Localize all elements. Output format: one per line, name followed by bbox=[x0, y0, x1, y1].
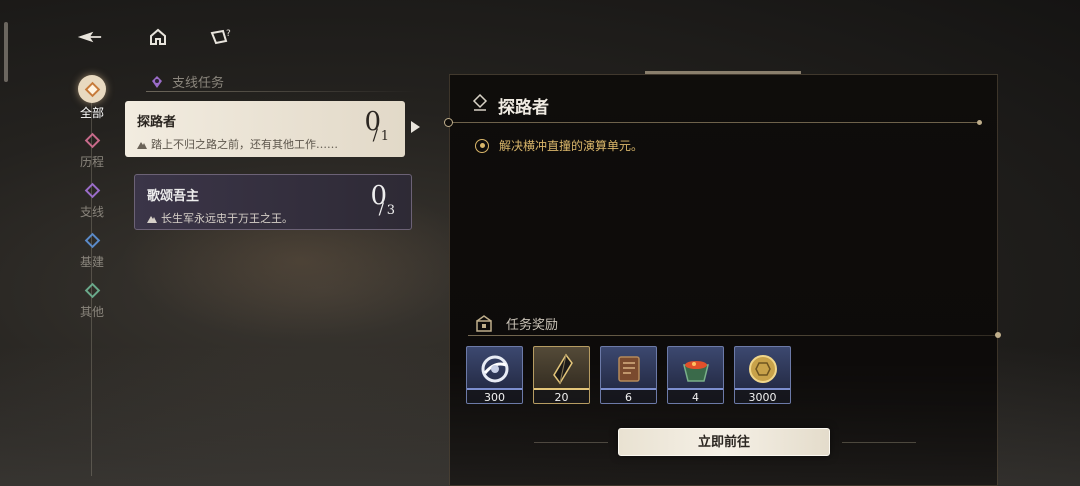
selected-arrow-icon bbox=[411, 121, 420, 133]
edge-scroll-bar bbox=[4, 22, 8, 82]
quest-hint-icon[interactable]: ? bbox=[208, 26, 234, 48]
orb-ring-icon bbox=[481, 355, 509, 383]
quest-subtitle: 长生军永远忠于万王之王。 bbox=[161, 212, 293, 225]
button-ornament-left bbox=[534, 442, 608, 443]
category-label: 其他 bbox=[79, 305, 104, 319]
journey-icon bbox=[80, 128, 104, 152]
divider-ornament bbox=[977, 120, 982, 125]
reward-item[interactable]: 300 bbox=[466, 346, 523, 404]
quest-subtitle-row: 踏上不归之路之前，还有其他工作…… bbox=[137, 136, 393, 152]
quest-detail-panel bbox=[449, 74, 998, 486]
side-quest-icon bbox=[80, 178, 104, 202]
reward-item[interactable]: 20 bbox=[533, 346, 590, 404]
category-other[interactable]: 其他 bbox=[72, 278, 112, 320]
reward-qty: 3000 bbox=[735, 388, 790, 403]
base-icon bbox=[80, 228, 104, 252]
rewards-header: 任务奖励 bbox=[474, 314, 558, 333]
category-label: 基建 bbox=[79, 255, 104, 269]
rewards-divider bbox=[468, 335, 998, 336]
leather-book-icon bbox=[618, 356, 640, 382]
category-base[interactable]: 基建 bbox=[72, 228, 112, 270]
reward-item[interactable]: 3000 bbox=[734, 346, 791, 404]
side-quest-icon bbox=[152, 75, 162, 88]
quest-progress-total: 3 bbox=[386, 203, 395, 218]
divider-ornament bbox=[444, 118, 453, 127]
objective-marker-icon bbox=[475, 138, 489, 153]
ember-box-icon bbox=[683, 361, 709, 382]
quest-progress-slash: / bbox=[372, 125, 378, 144]
mountain-icon bbox=[137, 141, 147, 149]
quest-detail-title: 探路者 bbox=[498, 98, 549, 118]
divider-ornament bbox=[995, 332, 1001, 338]
reward-qty: 4 bbox=[668, 388, 723, 403]
objective-row: 解决横冲直撞的演算单元。 bbox=[475, 137, 643, 154]
mountain-icon bbox=[147, 215, 157, 223]
button-ornament-right bbox=[842, 442, 916, 443]
quest-marker-icon bbox=[472, 94, 488, 111]
svg-text:?: ? bbox=[226, 29, 231, 39]
quest-card[interactable]: 探路者 踏上不归之路之前，还有其他工作…… 0 / 1 bbox=[125, 101, 405, 157]
category-all[interactable]: 全部 bbox=[72, 75, 112, 121]
quest-subtitle: 踏上不归之路之前，还有其他工作…… bbox=[151, 138, 338, 151]
section-label: 支线任务 bbox=[172, 76, 225, 91]
rewards-label: 任务奖励 bbox=[506, 318, 559, 333]
reward-qty: 6 bbox=[601, 388, 656, 403]
category-side-quest[interactable]: 支线 bbox=[72, 178, 112, 220]
back-arrow-icon[interactable] bbox=[76, 26, 102, 48]
gold-coin-icon bbox=[749, 355, 777, 383]
category-journey[interactable]: 历程 bbox=[72, 128, 112, 170]
go-now-button[interactable]: 立即前往 bbox=[618, 428, 830, 456]
reward-item[interactable]: 6 bbox=[600, 346, 657, 404]
reward-chest-icon bbox=[476, 314, 492, 332]
quest-subtitle-row: 长生军永远忠于万王之王。 bbox=[147, 210, 399, 226]
rewards-list: 300 20 6 4 3000 bbox=[466, 346, 791, 404]
panel-top-accent bbox=[645, 71, 801, 74]
quest-progress-slash: / bbox=[378, 199, 384, 218]
quest-card[interactable]: 歌颂吾主 长生军永远忠于万王之王。 0 / 3 bbox=[134, 174, 412, 230]
category-label: 支线 bbox=[79, 205, 104, 219]
section-divider bbox=[146, 91, 416, 92]
home-icon[interactable] bbox=[145, 26, 171, 48]
reward-qty: 20 bbox=[534, 388, 589, 403]
quest-title: 探路者 bbox=[137, 115, 177, 130]
reward-qty: 300 bbox=[467, 388, 522, 403]
quest-title: 歌颂吾主 bbox=[147, 189, 200, 204]
all-icon bbox=[78, 75, 106, 103]
objective-text: 解决横冲直撞的演算单元。 bbox=[499, 139, 644, 153]
reward-item[interactable]: 4 bbox=[667, 346, 724, 404]
section-header: 支线任务 bbox=[150, 72, 224, 91]
dark-crystal-icon bbox=[553, 353, 573, 385]
category-label: 全部 bbox=[79, 106, 104, 120]
title-divider bbox=[450, 122, 980, 123]
quest-progress-total: 1 bbox=[380, 129, 389, 144]
category-label: 历程 bbox=[79, 155, 104, 169]
other-icon bbox=[80, 278, 104, 302]
